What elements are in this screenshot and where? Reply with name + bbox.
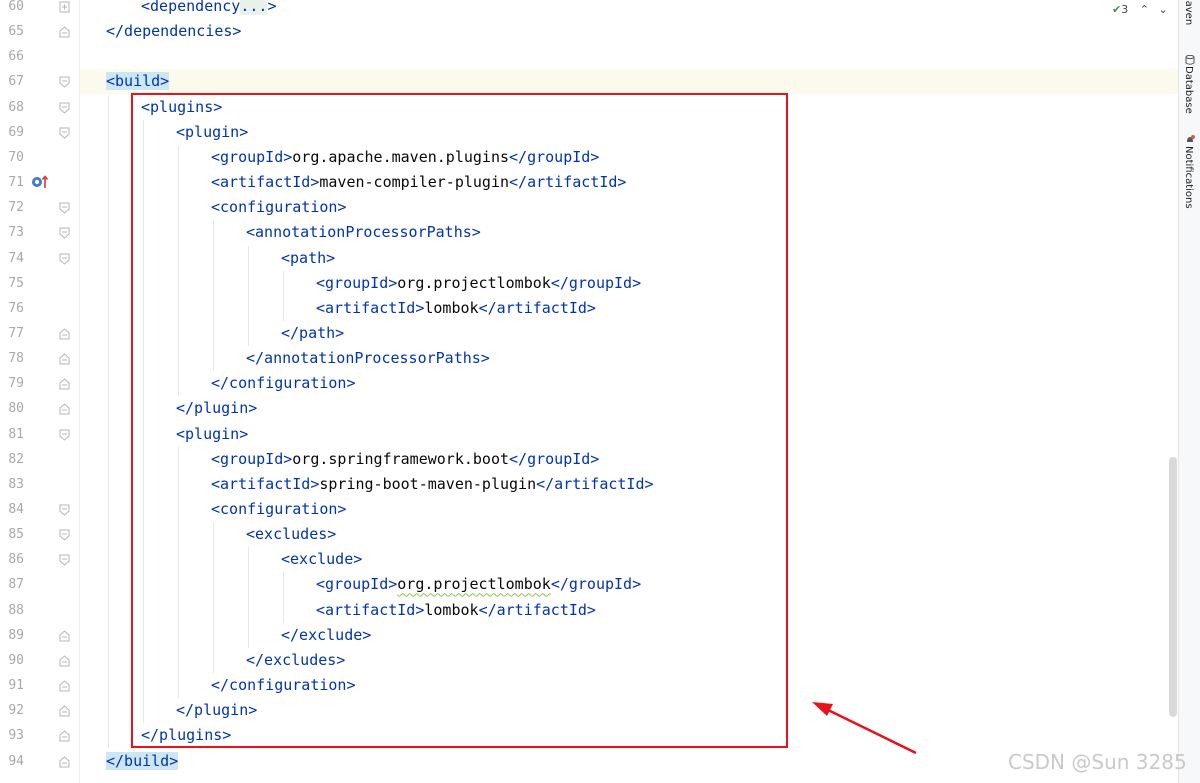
line-number[interactable]: 69 (0, 120, 24, 145)
line-number[interactable]: 84 (0, 497, 24, 522)
maven-tab-label: Maven (1183, 0, 1194, 26)
line-number[interactable]: 68 (0, 95, 24, 120)
code-line[interactable]: <dependency...> (141, 0, 276, 19)
line-number[interactable]: 66 (0, 44, 24, 69)
maven-tab[interactable]: Maven (1183, 0, 1194, 25)
database-tab-label: Database (1183, 66, 1194, 114)
line-number[interactable]: 91 (0, 673, 24, 698)
code-line[interactable]: </dependencies> (106, 19, 241, 44)
highlight-box (131, 93, 788, 748)
editor-gutter: 60 65 66 67 68 69 70 71 72 73 74 75 76 77 78 79 80 81 82 83… (0, 0, 80, 783)
fold-start-icon[interactable] (59, 529, 70, 541)
fold-end-icon[interactable] (59, 378, 70, 390)
expand-fold-icon[interactable] (59, 1, 70, 13)
current-line-highlight (80, 69, 1178, 94)
code-line[interactable]: </build> (106, 749, 179, 774)
xml-tag: <dependency (141, 0, 241, 15)
line-number[interactable]: 74 (0, 246, 24, 271)
right-tool-strip: Maven Database Notifications (1178, 0, 1200, 783)
line-number[interactable]: 60 (0, 0, 24, 19)
line-number[interactable]: 89 (0, 623, 24, 648)
fold-end-icon[interactable] (59, 403, 70, 415)
line-number[interactable]: 77 (0, 321, 24, 346)
indent-guide (108, 94, 109, 749)
fold-start-icon[interactable] (59, 76, 70, 89)
line-number[interactable]: 79 (0, 371, 24, 396)
watermark: CSDN @Sun 3285 (1008, 750, 1187, 774)
database-icon (1185, 50, 1195, 65)
fold-start-icon[interactable] (59, 202, 70, 214)
line-number[interactable]: 80 (0, 396, 24, 421)
fold-start-icon[interactable] (59, 102, 70, 114)
xml-tag: > (267, 0, 277, 15)
fold-end-icon[interactable] (59, 353, 70, 365)
line-number[interactable]: 83 (0, 472, 24, 497)
xml-tag-matched: <build> (106, 72, 170, 91)
fold-end-icon[interactable] (59, 705, 70, 717)
fold-end-icon[interactable] (59, 328, 70, 340)
chevron-down-icon[interactable]: ⌄ (1158, 3, 1167, 16)
inspection-count: 3 (1121, 3, 1129, 16)
line-number[interactable]: 67 (0, 69, 24, 94)
folded-region[interactable]: ... (240, 0, 268, 15)
fold-end-icon[interactable] (59, 680, 70, 692)
line-number[interactable]: 85 (0, 522, 24, 547)
line-number[interactable]: 92 (0, 698, 24, 723)
line-number[interactable]: 76 (0, 296, 24, 321)
line-number[interactable]: 90 (0, 648, 24, 673)
fold-start-icon[interactable] (59, 227, 70, 240)
gutter-separator (79, 0, 80, 783)
chevron-up-icon[interactable]: ⌃ (1140, 3, 1149, 16)
fold-start-icon[interactable] (59, 253, 70, 265)
line-number[interactable]: 82 (0, 447, 24, 472)
fold-end-icon[interactable] (59, 630, 70, 642)
vertical-scrollbar[interactable] (1169, 457, 1177, 717)
notifications-tab-label: Notifications (1183, 146, 1194, 209)
line-number[interactable]: 86 (0, 547, 24, 572)
notifications-tab[interactable]: Notifications (1183, 146, 1194, 209)
line-number[interactable]: 94 (0, 749, 24, 774)
fold-end-icon[interactable] (59, 655, 70, 667)
fold-end-icon[interactable] (59, 755, 70, 768)
line-number[interactable]: 93 (0, 723, 24, 748)
fold-end-icon[interactable] (59, 730, 70, 742)
inspections-widget[interactable]: ✔3 ⌃ ⌄ (1112, 3, 1168, 16)
database-tab[interactable]: Database (1183, 66, 1194, 114)
line-number[interactable]: 75 (0, 271, 24, 296)
line-number[interactable]: 88 (0, 598, 24, 623)
bell-icon (1185, 130, 1195, 142)
line-number[interactable]: 65 (0, 19, 24, 44)
line-number[interactable]: 73 (0, 220, 24, 245)
line-number[interactable]: 87 (0, 572, 24, 597)
code-line[interactable]: <build> (106, 69, 170, 94)
line-number[interactable]: 81 (0, 422, 24, 447)
fold-start-icon[interactable] (59, 554, 70, 566)
xml-tag: </dependencies> (106, 22, 242, 41)
line-number[interactable]: 78 (0, 346, 24, 371)
line-number[interactable]: 72 (0, 195, 24, 220)
xml-tag-matched: </build> (106, 751, 179, 770)
line-number[interactable]: 71 (0, 170, 24, 195)
fold-end-icon[interactable] (59, 26, 70, 38)
check-icon: ✔ (1112, 3, 1122, 16)
line-number[interactable]: 70 (0, 145, 24, 170)
fold-start-icon[interactable] (59, 429, 70, 441)
fold-start-icon[interactable] (59, 504, 70, 516)
implementation-gutter-icon[interactable] (31, 174, 49, 193)
fold-start-icon[interactable] (59, 127, 70, 139)
